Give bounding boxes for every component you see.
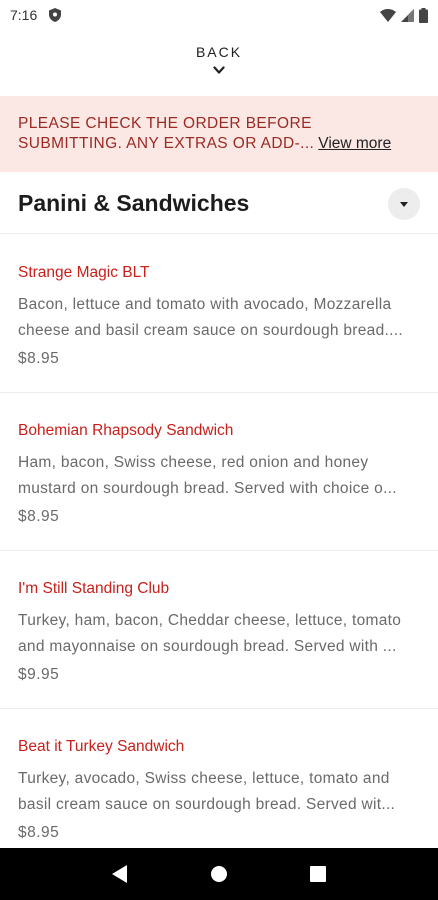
description-line: and mayonnaise on sourdough bread. Serve… <box>18 638 397 655</box>
description-line: Bacon, lettuce and tomato with avocado, … <box>18 296 392 313</box>
menu-item[interactable]: Beat it Turkey Sandwich Turkey, avocado,… <box>0 709 438 867</box>
menu-item[interactable]: Strange Magic BLT Bacon, lettuce and tom… <box>0 235 438 393</box>
screen: 7:16 BACK PLEASE CHECK THE ORDER BEFORE … <box>0 0 438 900</box>
menu-item-name: Bohemian Rhapsody Sandwich <box>18 422 234 439</box>
status-bar: 7:16 <box>0 0 438 30</box>
view-more-link[interactable]: View more <box>318 135 391 152</box>
menu-item-name: Beat it Turkey Sandwich <box>18 738 185 755</box>
menu-item[interactable]: Bohemian Rhapsody Sandwich Ham, bacon, S… <box>0 393 438 551</box>
menu-item-description: Ham, bacon, Swiss cheese, red onion and … <box>18 450 420 502</box>
wifi-icon <box>380 8 396 22</box>
description-line: Turkey, ham, bacon, Cheddar cheese, lett… <box>18 612 402 629</box>
description-line: cheese and basil cream sauce on sourdoug… <box>18 322 403 339</box>
system-nav-bar <box>0 848 438 900</box>
description-line: basil cream sauce on sourdough bread. Se… <box>18 796 396 813</box>
section-toggle-button[interactable] <box>388 187 420 220</box>
notice-line-1: PLEASE CHECK THE ORDER BEFORE <box>18 115 312 132</box>
notice-line-2: SUBMITTING. ANY EXTRAS OR ADD-... View mo… <box>18 134 420 154</box>
menu-item[interactable]: I'm Still Standing Club Turkey, ham, bac… <box>0 551 438 709</box>
signal-icon <box>401 8 414 22</box>
back-button[interactable]: BACK <box>0 44 438 80</box>
menu-item-price: $9.95 <box>18 666 60 683</box>
menu-item-description: Turkey, ham, bacon, Cheddar cheese, lett… <box>18 608 420 660</box>
menu-item-description: Bacon, lettuce and tomato with avocado, … <box>18 292 420 344</box>
recents-square-icon[interactable] <box>298 854 338 894</box>
description-line: Turkey, avocado, Swiss cheese, lettuce, … <box>18 770 390 787</box>
back-triangle-icon[interactable] <box>100 854 140 894</box>
order-notice-banner: PLEASE CHECK THE ORDER BEFORE SUBMITTING… <box>0 96 438 172</box>
notice-line-2-text: SUBMITTING. ANY EXTRAS OR ADD-... <box>18 135 315 152</box>
menu-item-price: $8.95 <box>18 350 60 367</box>
menu-item-description: Turkey, avocado, Swiss cheese, lettuce, … <box>18 766 420 818</box>
section-header: Panini & Sandwiches <box>0 174 438 234</box>
menu-item-name: Strange Magic BLT <box>18 264 150 281</box>
menu-item-list: Strange Magic BLT Bacon, lettuce and tom… <box>0 235 438 867</box>
back-label: BACK <box>195 44 243 60</box>
chevron-down-icon <box>213 62 225 80</box>
description-line: Ham, bacon, Swiss cheese, red onion and … <box>18 454 369 471</box>
description-line: mustard on sourdough bread. Served with … <box>18 480 397 497</box>
menu-item-name: I'm Still Standing Club <box>18 580 170 597</box>
section-title: Panini & Sandwiches <box>18 190 250 216</box>
caret-down-icon <box>400 195 408 213</box>
menu-item-price: $8.95 <box>18 824 60 841</box>
battery-icon <box>419 7 428 23</box>
home-circle-icon[interactable] <box>199 854 239 894</box>
shield-icon <box>49 8 62 22</box>
menu-item-price: $8.95 <box>18 508 60 525</box>
status-time: 7:16 <box>10 7 38 23</box>
